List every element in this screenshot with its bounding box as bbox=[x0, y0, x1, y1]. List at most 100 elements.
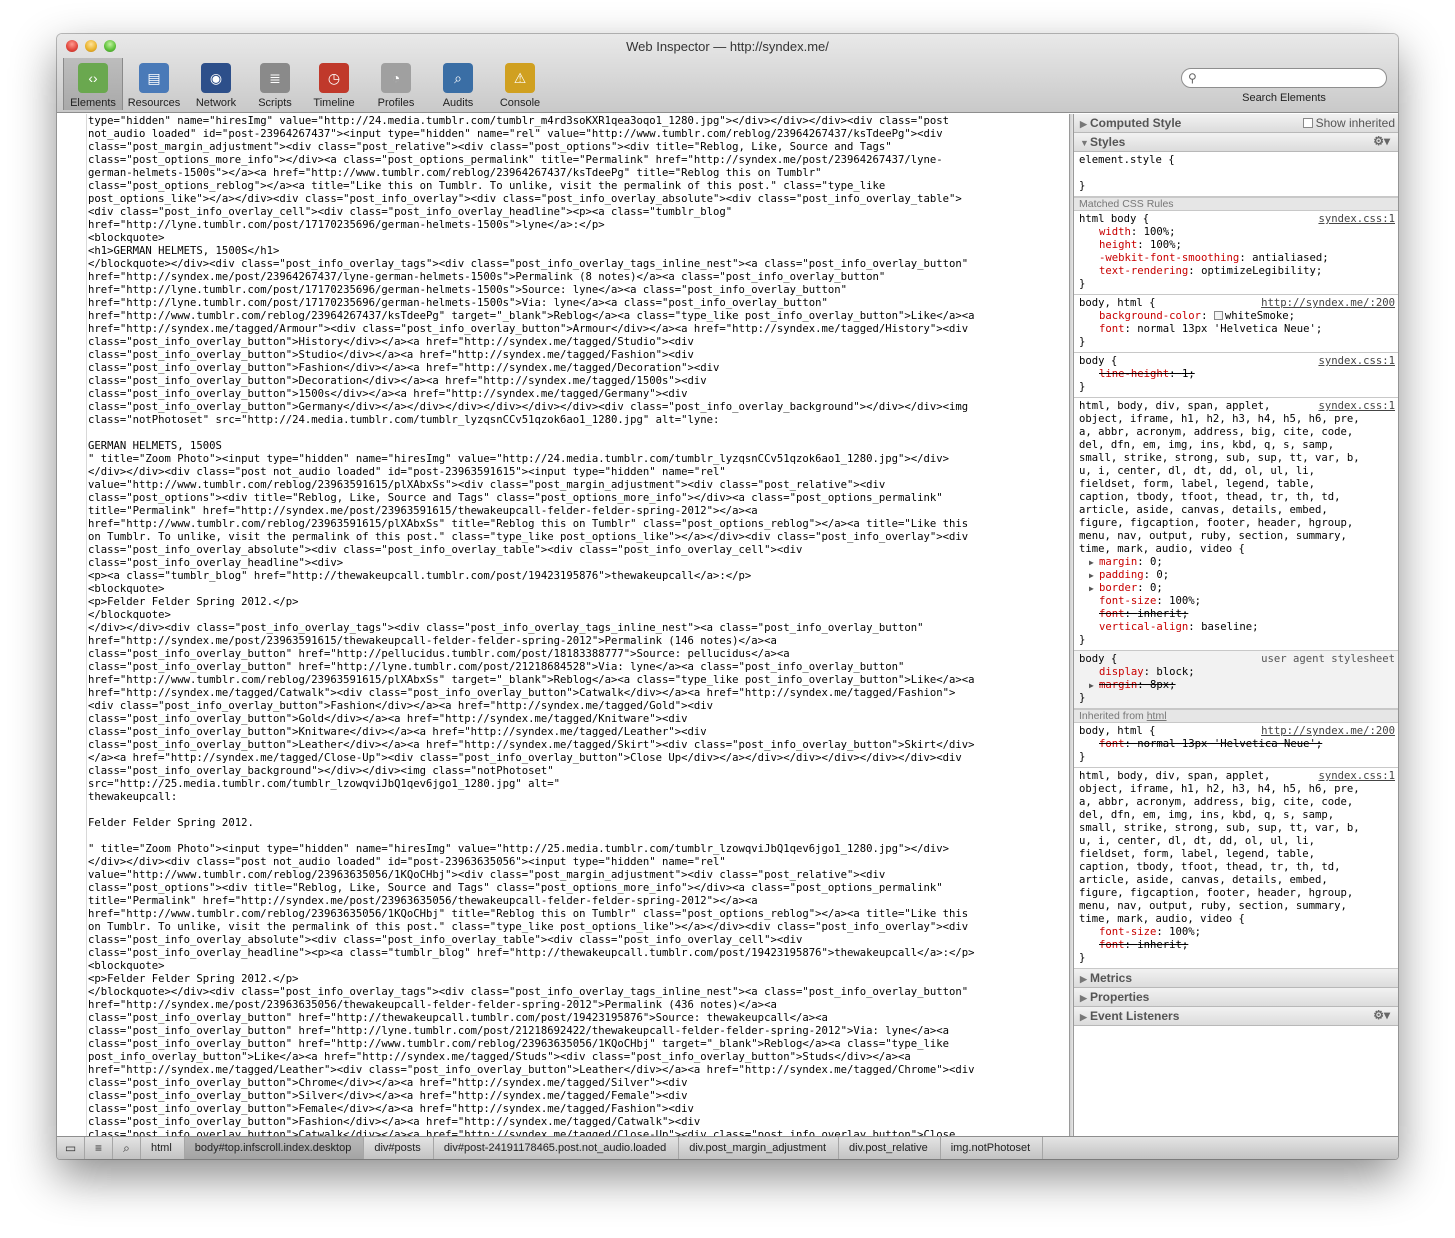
css-rule[interactable]: html body {syndex.css:1 width: 100%; heigh… bbox=[1074, 211, 1398, 295]
gear-icon[interactable]: ⚙▾ bbox=[1373, 135, 1390, 148]
dom-source-line[interactable]: class="post_info_overlay_button">Decorat… bbox=[88, 375, 1068, 388]
dom-source-line[interactable]: post_options_like"></a></div><div class=… bbox=[88, 193, 1068, 206]
css-property[interactable]: -webkit-font-smoothing: antialiased; bbox=[1079, 252, 1394, 265]
dom-source-line[interactable]: class="post_info_overlay_button" href="h… bbox=[88, 648, 1068, 661]
disclosure-right-icon[interactable]: ▶ bbox=[1089, 569, 1099, 582]
breadcrumb-item[interactable]: body#top.infscroll.index.desktop bbox=[184, 1137, 365, 1159]
dom-source-line[interactable]: href="http://lyne.tumblr.com/post/171702… bbox=[88, 219, 1068, 232]
dom-source-line[interactable]: class="post_info_overlay_button">Knitwar… bbox=[88, 726, 1068, 739]
dom-source-line[interactable]: <p>Felder Felder Spring 2012.</p> bbox=[88, 596, 1068, 609]
css-rule[interactable]: html, body, div, span, applet, object, i… bbox=[1074, 398, 1398, 651]
dom-source-line[interactable]: href="http://syndex.me/post/23963591615/… bbox=[88, 635, 1068, 648]
css-property[interactable]: font: inherit; bbox=[1079, 608, 1394, 621]
console-toggle-button[interactable]: ≡ bbox=[85, 1137, 113, 1159]
dom-source-line[interactable]: </blockquote> bbox=[88, 609, 1068, 622]
dom-source-line[interactable]: title="Permalink" href="http://syndex.me… bbox=[88, 505, 1068, 518]
dom-source-line[interactable]: href="http://lyne.tumblr.com/post/171702… bbox=[88, 284, 1068, 297]
toolbar-timeline-button[interactable]: ◷ Timeline bbox=[303, 58, 365, 110]
css-property[interactable]: font: inherit; bbox=[1079, 939, 1394, 952]
dom-source-line[interactable]: class="post_info_overlay_button" href="h… bbox=[88, 1038, 1068, 1051]
toolbar-elements-button[interactable]: ‹› Elements bbox=[63, 58, 123, 110]
dom-source-line[interactable]: class="post_info_overlay_button">Fashion… bbox=[88, 362, 1068, 375]
dom-source-line[interactable]: class="post_margin_adjustment"><div clas… bbox=[88, 141, 1068, 154]
dom-source-line[interactable] bbox=[88, 804, 1068, 817]
dom-source-line[interactable]: </div></div><div class="post not_audio l… bbox=[88, 466, 1068, 479]
toolbar-resources-button[interactable]: ▤ Resources bbox=[123, 58, 185, 110]
dom-source-line[interactable] bbox=[88, 830, 1068, 843]
dom-source-line[interactable]: Felder Felder Spring 2012. bbox=[88, 817, 1068, 830]
dom-source-line[interactable]: </div></div><div class="post_info_overla… bbox=[88, 622, 1068, 635]
dom-source-line[interactable]: on Tumblr. To unlike, visit the permalin… bbox=[88, 531, 1068, 544]
dom-source-line[interactable]: value="http://www.tumblr.com/reblog/2396… bbox=[88, 479, 1068, 492]
toolbar-audits-button[interactable]: ⌕ Audits bbox=[427, 58, 489, 110]
inspect-element-button[interactable]: ⌕ bbox=[113, 1137, 141, 1159]
toolbar-console-button[interactable]: ⚠ Console bbox=[489, 58, 551, 110]
dom-source-line[interactable]: class="post_info_overlay_headline"><div> bbox=[88, 557, 1068, 570]
css-property[interactable]: vertical-align: baseline; bbox=[1079, 621, 1394, 634]
css-property[interactable]: background-color: whiteSmoke; bbox=[1079, 310, 1394, 323]
metrics-section-header[interactable]: ▶ Metrics bbox=[1074, 969, 1398, 988]
css-property[interactable]: display: block; bbox=[1079, 666, 1394, 679]
event-listeners-section-header[interactable]: ▶ Event Listeners ⚙▾ bbox=[1074, 1007, 1398, 1026]
disclosure-right-icon[interactable]: ▶ bbox=[1089, 582, 1099, 595]
css-property[interactable]: line-height: 1; bbox=[1079, 368, 1394, 381]
css-rule[interactable]: body, html {http://syndex.me/:200 backgro… bbox=[1074, 295, 1398, 353]
gear-icon[interactable]: ⚙▾ bbox=[1373, 1009, 1390, 1022]
dom-source-line[interactable]: href="http://syndex.me/tagged/Leather"><… bbox=[88, 1064, 1068, 1077]
styles-section-header[interactable]: ▼Styles ⚙▾ bbox=[1074, 133, 1398, 152]
dom-source-line[interactable]: GERMAN HELMETS, 1500S bbox=[88, 440, 1068, 453]
dom-source-line[interactable]: src="http://25.media.tumblr.com/tumblr_l… bbox=[88, 778, 1068, 791]
css-property[interactable]: ▶ border: 0; bbox=[1079, 582, 1394, 595]
dom-source-line[interactable]: class="post_info_overlay_button">Chrome<… bbox=[88, 1077, 1068, 1090]
css-rule-source-link[interactable]: syndex.css:1 bbox=[1318, 213, 1395, 226]
css-property[interactable]: height: 100%; bbox=[1079, 239, 1394, 252]
dom-source-line[interactable]: href="http://syndex.me/post/23964267437/… bbox=[88, 271, 1068, 284]
dom-source-line[interactable]: class="post_info_overlay_absolute"><div … bbox=[88, 934, 1068, 947]
css-property[interactable]: text-rendering: optimizeLegibility; bbox=[1079, 265, 1394, 278]
dom-source-line[interactable]: href="http://syndex.me/post/23963635056/… bbox=[88, 999, 1068, 1012]
dom-source-line[interactable]: on Tumblr. To unlike, visit the permalin… bbox=[88, 921, 1068, 934]
dom-source-line[interactable]: <blockquote> bbox=[88, 960, 1068, 973]
computed-style-section-header[interactable]: ▶ Computed Style Show inherited bbox=[1074, 114, 1398, 133]
dom-source-line[interactable]: " title="Zoom Photo"><input type="hidden… bbox=[88, 843, 1068, 856]
dom-source-line[interactable]: class="post_info_overlay_headline"><p><a… bbox=[88, 947, 1068, 960]
css-property[interactable]: ▶ padding: 0; bbox=[1079, 569, 1394, 582]
dom-source-line[interactable]: href="http://syndex.me/tagged/Armour"><d… bbox=[88, 323, 1068, 336]
dom-tree-pane[interactable]: type="hidden" name="hiresImg" value="htt… bbox=[57, 114, 1070, 1136]
show-inherited-checkbox[interactable]: Show inherited bbox=[1302, 117, 1395, 130]
disclosure-right-icon[interactable]: ▶ bbox=[1089, 556, 1099, 569]
dom-source-line[interactable]: class="post_options"><div title="Reblog,… bbox=[88, 882, 1068, 895]
dom-source-line[interactable]: <h1>GERMAN HELMETS, 1500S</h1> bbox=[88, 245, 1068, 258]
dom-source-line[interactable]: " title="Zoom Photo"><input type="hidden… bbox=[88, 453, 1068, 466]
toolbar-profiles-button[interactable]: ◔ Profiles bbox=[365, 58, 427, 110]
dom-source-line[interactable]: title="Permalink" href="http://syndex.me… bbox=[88, 895, 1068, 908]
color-swatch-icon[interactable] bbox=[1213, 311, 1223, 320]
dom-source-line[interactable]: </blockquote></div><div class="post_info… bbox=[88, 986, 1068, 999]
dom-source-line[interactable]: class="notPhotoset" src="http://24.media… bbox=[88, 414, 1068, 427]
css-property[interactable]: font-size: 100%; bbox=[1079, 926, 1394, 939]
toolbar-network-button[interactable]: ◉ Network bbox=[185, 58, 247, 110]
dom-source-line[interactable]: </a><a href="http://syndex.me/tagged/Clo… bbox=[88, 752, 1068, 765]
dom-source-line[interactable] bbox=[88, 427, 1068, 440]
dom-source-line[interactable]: <blockquote> bbox=[88, 232, 1068, 245]
dom-source-line[interactable]: <p><a class="tumblr_blog" href="http://t… bbox=[88, 570, 1068, 583]
css-rule-source-link[interactable]: syndex.css:1 bbox=[1318, 400, 1395, 413]
css-property[interactable]: ▶ margin: 0; bbox=[1079, 556, 1394, 569]
search-elements-input[interactable]: ⚲ bbox=[1181, 68, 1387, 88]
css-rule[interactable]: html, body, div, span, applet, object, i… bbox=[1074, 768, 1398, 969]
dom-source-line[interactable]: class="post_info_overlay_button" href="h… bbox=[88, 661, 1068, 674]
css-rule[interactable]: body {syndex.css:1 line-height: 1;} bbox=[1074, 353, 1398, 398]
dom-source-line[interactable]: </blockquote></div><div class="post_info… bbox=[88, 258, 1068, 271]
dom-source-line[interactable]: <p>Felder Felder Spring 2012.</p> bbox=[88, 973, 1068, 986]
dom-source-text[interactable]: type="hidden" name="hiresImg" value="htt… bbox=[88, 115, 1068, 1136]
dock-toggle-button[interactable]: ▭ bbox=[57, 1137, 85, 1159]
dom-source-line[interactable]: <div class="post_info_overlay_button">Fa… bbox=[88, 700, 1068, 713]
css-rule[interactable]: body, html {http://syndex.me/:200 font: n… bbox=[1074, 723, 1398, 768]
dom-source-line[interactable]: class="post_info_overlay_absolute"><div … bbox=[88, 544, 1068, 557]
css-property[interactable]: font: normal 13px 'Helvetica Neue'; bbox=[1079, 323, 1394, 336]
dom-source-line[interactable]: value="http://www.tumblr.com/reblog/2396… bbox=[88, 869, 1068, 882]
dom-source-line[interactable]: class="post_options_reblog"></a><a title… bbox=[88, 180, 1068, 193]
dom-source-line[interactable]: class="post_info_overlay_button">Female<… bbox=[88, 1103, 1068, 1116]
dom-source-line[interactable]: post_info_overlay_button">Like</a><a hre… bbox=[88, 1051, 1068, 1064]
breadcrumb-item[interactable]: img.notPhotoset bbox=[941, 1137, 1044, 1159]
